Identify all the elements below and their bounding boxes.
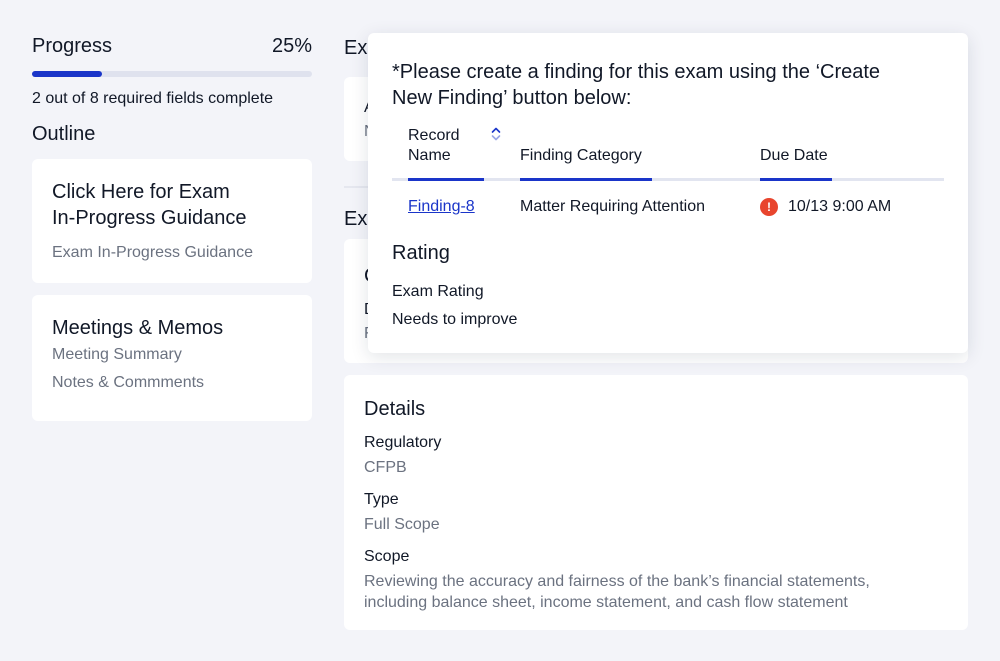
- details-title: Details: [364, 398, 426, 420]
- record-name-underline: [408, 178, 484, 181]
- progress-label: Progress: [32, 35, 113, 57]
- due-date-cell: 10/13 9:00 AM: [788, 198, 892, 215]
- details-card: Details Regulatory CFPB Type Full Scope …: [344, 375, 968, 630]
- scope-value: Reviewing the accuracy and fairness of t…: [364, 571, 948, 613]
- due-date-underline: [760, 178, 832, 181]
- exam-rating-label: Exam Rating: [392, 283, 484, 300]
- meetings-card: Meetings & Memos Meeting Summary Notes &…: [32, 295, 312, 421]
- section-heading-exam: Ex: [344, 37, 368, 59]
- progress-percent: 25%: [271, 35, 312, 57]
- scope-value-line1: Reviewing the accuracy and fairness of t…: [364, 573, 870, 590]
- regulatory-label: Regulatory: [364, 434, 442, 451]
- guidance-card-title-line1: Click Here for Exam: [52, 181, 230, 203]
- popup-message-line2: New Finding’ button below:: [392, 87, 632, 109]
- sort-icon[interactable]: [490, 126, 502, 142]
- record-name-header-line2: Name: [408, 147, 451, 164]
- guidance-card[interactable]: Click Here for Exam In-Progress Guidance…: [32, 159, 312, 283]
- notes-comments-link[interactable]: Notes & Commments: [52, 369, 292, 397]
- record-name-header-line1: Record: [408, 127, 460, 144]
- regulatory-value: CFPB: [364, 459, 407, 476]
- finding-category-cell: Matter Requiring Attention: [520, 198, 705, 215]
- type-label: Type: [364, 491, 399, 508]
- table-row: Finding-8 Matter Requiring Attention ! 1…: [392, 197, 944, 221]
- exclamation-icon: !: [760, 198, 778, 216]
- progress-header: Progress 25%: [32, 35, 312, 58]
- exam-rating-value: Needs to improve: [392, 311, 518, 328]
- scope-label: Scope: [364, 548, 410, 565]
- type-value: Full Scope: [364, 516, 440, 533]
- outline-title: Outline: [32, 123, 96, 145]
- section-heading-exam-2: Ex: [344, 208, 368, 230]
- finding-popup: *Please create a finding for this exam u…: [368, 33, 968, 353]
- guidance-card-title: Click Here for Exam In-Progress Guidance: [52, 179, 292, 231]
- popup-message-line1: *Please create a finding for this exam u…: [392, 61, 881, 83]
- progress-bar-fill: [32, 71, 102, 77]
- guidance-link[interactable]: Exam In-Progress Guidance: [52, 239, 292, 267]
- column-header-due-date[interactable]: Due Date: [760, 146, 828, 166]
- findings-table-header: Record Name Finding Category Due Date: [392, 123, 944, 181]
- guidance-card-title-line2: In-Progress Guidance: [52, 207, 247, 229]
- finding-category-underline: [520, 178, 652, 181]
- popup-message: *Please create a finding for this exam u…: [392, 59, 944, 111]
- progress-summary: 2 out of 8 required fields complete: [32, 90, 274, 107]
- column-header-record-name[interactable]: Record Name: [408, 126, 501, 166]
- finding-8-link[interactable]: Finding-8: [408, 197, 475, 217]
- progress-bar: [32, 71, 312, 77]
- meetings-card-title: Meetings & Memos: [52, 317, 224, 339]
- meeting-summary-link[interactable]: Meeting Summary: [52, 341, 292, 369]
- rating-title: Rating: [392, 242, 450, 264]
- column-header-finding-category[interactable]: Finding Category: [520, 146, 642, 166]
- scope-value-line2: including balance sheet, income statemen…: [364, 594, 848, 611]
